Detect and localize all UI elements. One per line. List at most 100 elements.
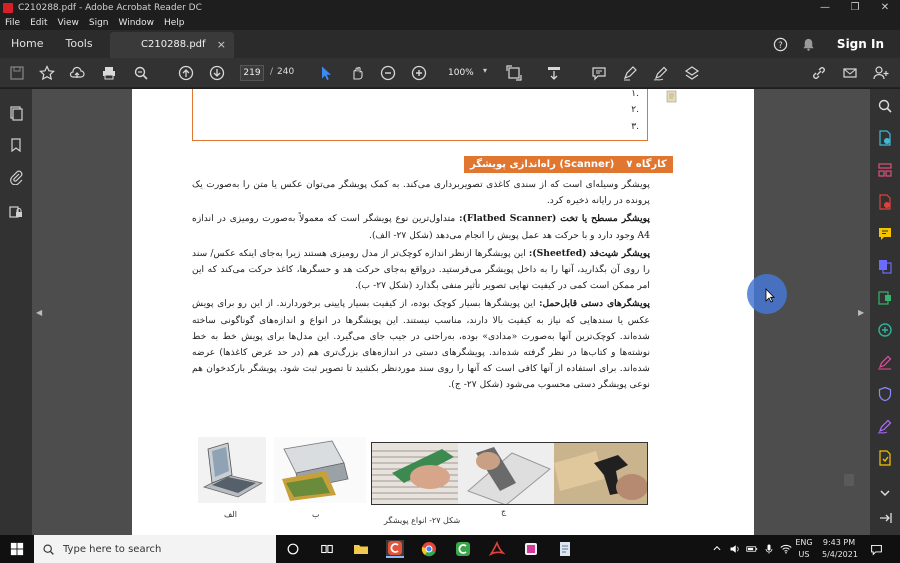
menu-edit[interactable]: Edit bbox=[25, 18, 52, 28]
tab-document[interactable]: C210288.pdf × bbox=[110, 32, 234, 58]
create-pdf-icon[interactable] bbox=[876, 193, 894, 211]
save-icon[interactable] bbox=[8, 64, 26, 82]
tray-battery-icon[interactable] bbox=[746, 543, 758, 557]
bookmark-star-icon[interactable] bbox=[38, 64, 56, 82]
next-page-icon[interactable] bbox=[208, 64, 226, 82]
attachments-paperclip-icon[interactable] bbox=[7, 168, 25, 186]
tab-tools[interactable]: Tools bbox=[54, 30, 103, 58]
zoom-out-icon[interactable] bbox=[379, 64, 397, 82]
draw-sign-icon[interactable] bbox=[652, 64, 670, 82]
main-toolbar: 219 / 240 100% ▾ bbox=[0, 58, 900, 88]
sticky-note-annotation-icon[interactable] bbox=[666, 89, 678, 103]
previous-page-icon[interactable] bbox=[177, 64, 195, 82]
document-viewer-icon[interactable] bbox=[556, 540, 574, 558]
file-explorer-icon[interactable] bbox=[352, 540, 370, 558]
left-navigation-panel bbox=[0, 89, 32, 535]
total-pages: 240 bbox=[277, 67, 295, 77]
page-separator: / bbox=[270, 67, 274, 77]
start-windows-icon[interactable] bbox=[0, 535, 34, 563]
add-user-icon[interactable] bbox=[872, 64, 890, 82]
menu-sign[interactable]: Sign bbox=[84, 18, 114, 28]
right-tools-panel bbox=[870, 89, 900, 535]
bookmarks-icon[interactable] bbox=[7, 136, 25, 154]
fit-page-icon[interactable] bbox=[505, 64, 523, 82]
minimize-button[interactable]: — bbox=[810, 0, 840, 16]
list-item-number: ١. bbox=[631, 89, 639, 99]
system-clock[interactable]: 9:43 PM 5/4/2021 bbox=[822, 537, 858, 561]
restore-button[interactable]: ❐ bbox=[840, 0, 870, 16]
collapse-tools-pane-icon[interactable] bbox=[876, 509, 894, 527]
section-heading: راه‌اندازی پویشگر (Scanner) کارگاه ۷ bbox=[462, 156, 673, 173]
task-view-icon[interactable] bbox=[318, 540, 336, 558]
menu-window[interactable]: Window bbox=[114, 18, 160, 28]
sign-in-button[interactable]: Sign In bbox=[837, 37, 884, 51]
organize-pages-icon[interactable] bbox=[876, 161, 894, 179]
media-app-icon[interactable] bbox=[522, 540, 540, 558]
zoom-level-select[interactable]: 100% bbox=[440, 65, 478, 81]
tray-microphone-icon[interactable] bbox=[763, 543, 775, 557]
print-icon[interactable] bbox=[100, 64, 118, 82]
zoom-search-icon[interactable] bbox=[132, 64, 150, 82]
menu-file[interactable]: File bbox=[0, 18, 25, 28]
select-cursor-icon[interactable] bbox=[317, 64, 335, 82]
taskbar-app-active-icon[interactable] bbox=[386, 540, 404, 558]
link-icon[interactable] bbox=[810, 64, 828, 82]
paragraph-flatbed: پویشگر مسطح یا تخت (Flatbed Scanner): مت… bbox=[192, 213, 650, 241]
scanner-figures bbox=[198, 437, 648, 509]
comment-tool-icon[interactable] bbox=[876, 225, 894, 243]
stamp-icon[interactable] bbox=[683, 64, 701, 82]
upload-cloud-icon[interactable] bbox=[68, 64, 86, 82]
tray-chevron-up-icon[interactable] bbox=[712, 543, 722, 555]
email-icon[interactable] bbox=[841, 64, 859, 82]
close-window-button[interactable]: ✕ bbox=[870, 0, 900, 16]
edit-pdf-icon[interactable] bbox=[876, 289, 894, 307]
notifications-bell-icon[interactable] bbox=[801, 36, 817, 52]
page-number-input[interactable]: 219 bbox=[240, 65, 264, 81]
list-item-number: ٢. bbox=[631, 105, 639, 115]
search-icon bbox=[42, 543, 55, 556]
action-center-icon[interactable] bbox=[870, 543, 883, 558]
more-tools-chevron-icon[interactable] bbox=[876, 484, 894, 502]
collapse-right-panel-icon[interactable]: ▶ bbox=[858, 308, 864, 317]
fill-sign-icon[interactable] bbox=[876, 353, 894, 371]
scan-ocr-icon[interactable] bbox=[876, 321, 894, 339]
tab-home[interactable]: Home bbox=[0, 30, 54, 58]
window-title: C210288.pdf - Adobe Acrobat Reader DC bbox=[18, 3, 202, 13]
protect-shield-icon[interactable] bbox=[876, 385, 894, 403]
highlight-pen-icon[interactable] bbox=[621, 64, 639, 82]
taskbar-search-box[interactable]: Type here to search bbox=[34, 535, 276, 563]
combine-files-icon[interactable] bbox=[876, 257, 894, 275]
green-app-icon[interactable] bbox=[454, 540, 472, 558]
acrobat-reader-taskbar-icon[interactable] bbox=[488, 540, 506, 558]
cortana-circle-icon[interactable] bbox=[284, 540, 302, 558]
vertical-scrollbar-thumb[interactable] bbox=[844, 474, 854, 486]
hand-tool-icon[interactable] bbox=[348, 64, 366, 82]
svg-text:?: ? bbox=[779, 39, 783, 49]
tray-volume-icon[interactable] bbox=[729, 543, 741, 557]
clock-time: 9:43 PM bbox=[822, 538, 856, 547]
figure-label-be: ب bbox=[312, 510, 320, 519]
input-language-indicator[interactable]: ENG US bbox=[794, 537, 814, 561]
request-signature-icon[interactable] bbox=[876, 417, 894, 435]
signatures-lock-icon[interactable] bbox=[7, 203, 25, 221]
menu-view[interactable]: View bbox=[53, 18, 84, 28]
page-thumbnails-icon[interactable] bbox=[7, 104, 25, 122]
menu-bar: File Edit View Sign Window Help bbox=[0, 16, 900, 30]
search-tool-icon[interactable] bbox=[876, 97, 894, 115]
body-text: پویشگر وسیله‌ای است که از سندی کاغذی تصو… bbox=[192, 177, 650, 396]
close-tab-icon[interactable]: × bbox=[217, 32, 226, 58]
scroll-mode-icon[interactable] bbox=[545, 64, 563, 82]
chrome-icon[interactable] bbox=[420, 540, 438, 558]
mouse-cursor-highlight bbox=[747, 274, 787, 314]
send-for-review-icon[interactable] bbox=[876, 449, 894, 467]
menu-help[interactable]: Help bbox=[159, 18, 190, 28]
help-icon[interactable]: ? bbox=[773, 36, 789, 52]
tray-wifi-icon[interactable] bbox=[780, 543, 792, 557]
flatbed-scanner-image bbox=[198, 437, 266, 503]
collapse-left-panel-icon[interactable]: ◀ bbox=[36, 308, 42, 317]
clock-date: 5/4/2021 bbox=[822, 550, 858, 559]
zoom-in-icon[interactable] bbox=[410, 64, 428, 82]
zoom-dropdown-chevron-icon[interactable]: ▾ bbox=[483, 66, 487, 75]
comment-icon[interactable] bbox=[590, 64, 608, 82]
export-pdf-icon[interactable] bbox=[876, 129, 894, 147]
